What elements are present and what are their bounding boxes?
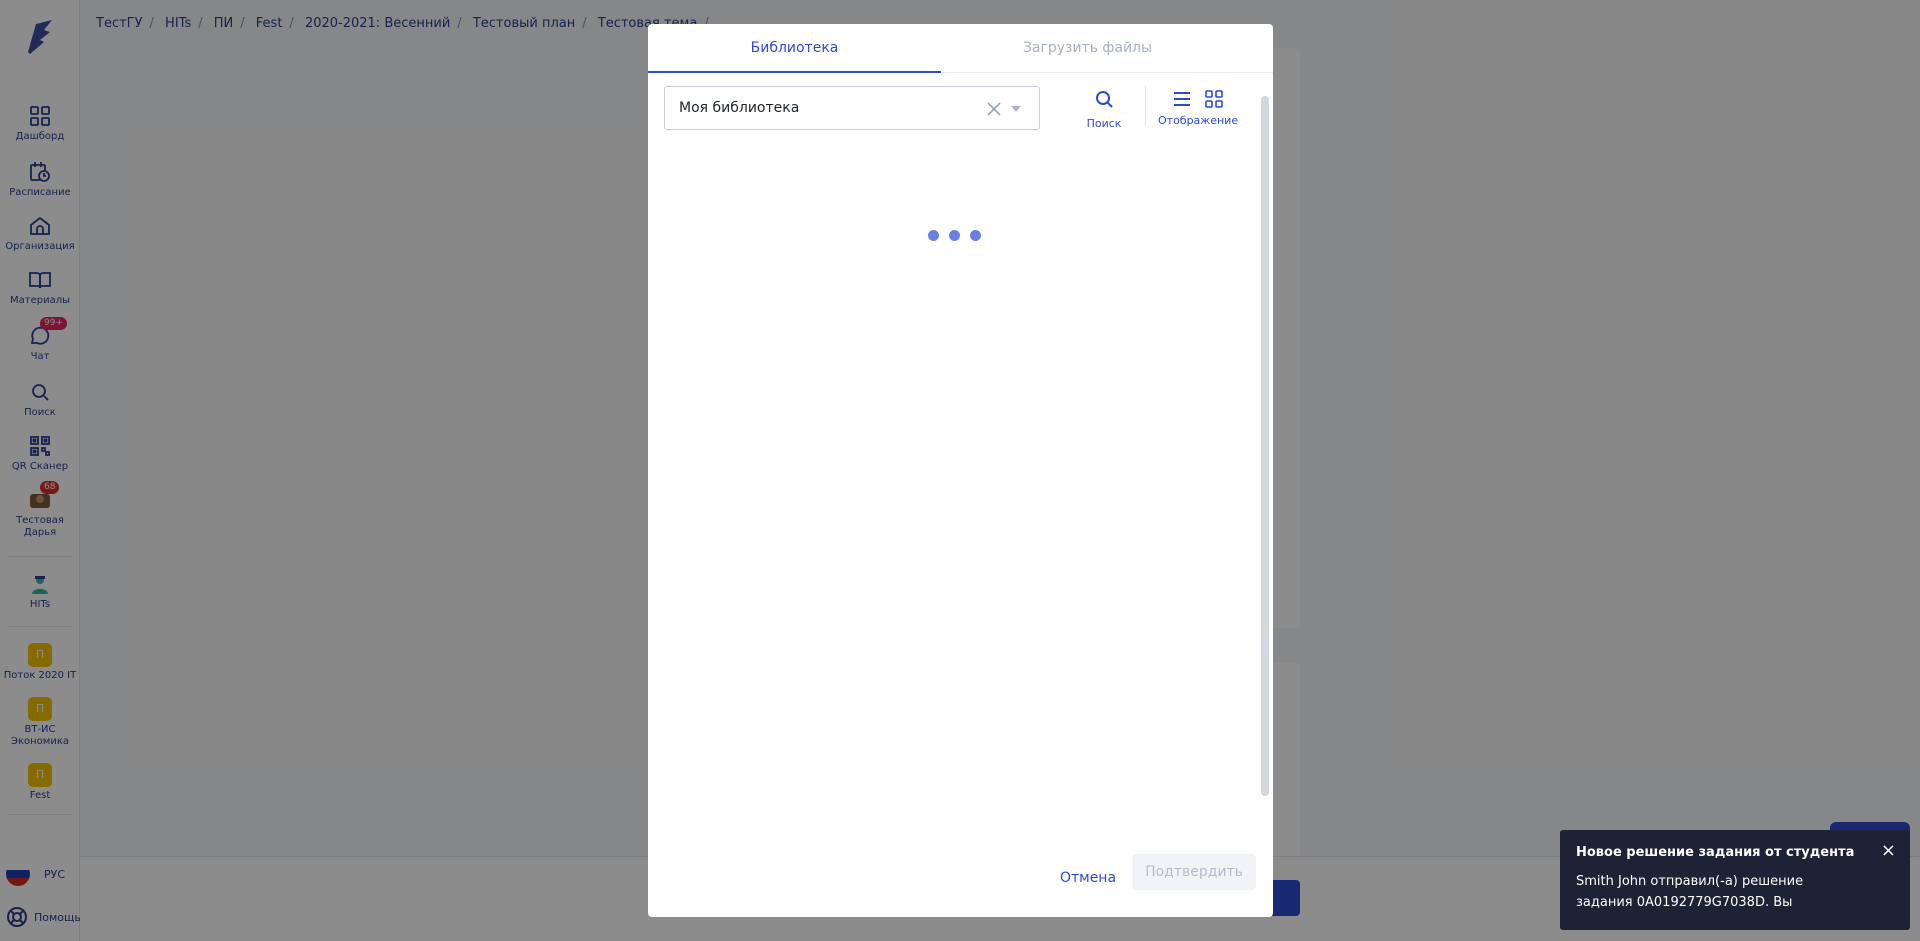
cancel-button[interactable]: Отмена: [1038, 860, 1138, 896]
loading-indicator: [928, 230, 981, 241]
view-toggle-label: Отображение: [1158, 114, 1239, 127]
modal-tabs: Библиотека Загрузить файлы: [648, 24, 1273, 73]
modal-scrollbar[interactable]: [1261, 96, 1269, 796]
toolbar-divider: [1145, 86, 1146, 126]
list-view-icon[interactable]: [1171, 88, 1193, 110]
close-icon[interactable]: ×: [1881, 840, 1896, 861]
search-button[interactable]: Поиск: [1084, 88, 1124, 130]
confirm-button[interactable]: Подтвердить: [1132, 854, 1256, 890]
search-button-label: Поиск: [1086, 117, 1122, 130]
tab-library[interactable]: Библиотека: [648, 24, 941, 73]
search-icon: [1096, 91, 1113, 108]
grid-view-icon[interactable]: [1203, 88, 1225, 110]
library-select[interactable]: Моя библиотека: [664, 86, 1040, 130]
clear-icon[interactable]: [985, 100, 1003, 118]
tab-upload-files[interactable]: Загрузить файлы: [941, 24, 1234, 73]
toast-body: Smith John отправил(-а) решение задания …: [1576, 874, 1804, 910]
file-picker-modal: Библиотека Загрузить файлы Моя библиотек…: [648, 24, 1273, 917]
view-toggle[interactable]: Отображение: [1158, 88, 1238, 127]
chevron-down-icon[interactable]: [1011, 106, 1021, 112]
notification-toast[interactable]: Новое решение задания от студента Smith …: [1560, 830, 1910, 930]
toast-title: Новое решение задания от студента: [1576, 845, 1855, 860]
library-select-value: Моя библиотека: [679, 100, 800, 116]
